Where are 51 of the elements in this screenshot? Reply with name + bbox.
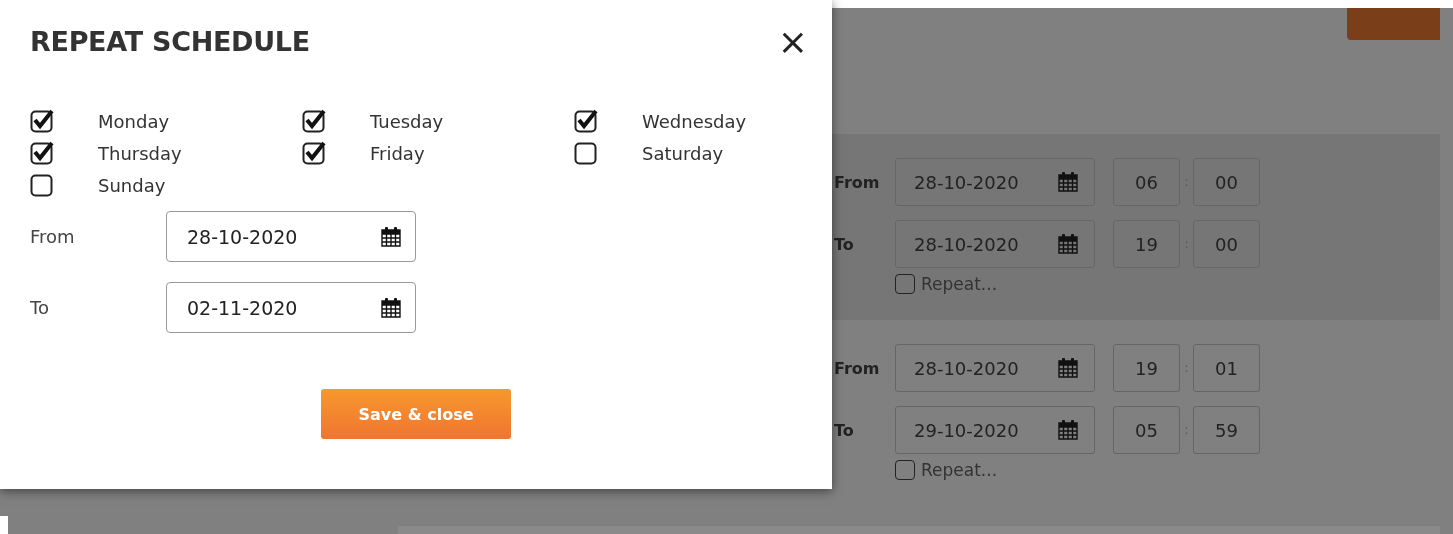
calendar-icon — [1056, 170, 1080, 194]
checkbox[interactable] — [895, 274, 915, 294]
checkbox[interactable] — [30, 173, 54, 197]
calendar-icon — [1056, 232, 1080, 256]
date-field[interactable]: 28-10-2020 — [895, 158, 1095, 206]
calendar-icon — [379, 224, 403, 249]
checkbox-label: Saturday — [642, 142, 724, 164]
save-button[interactable]: Save & close — [321, 389, 511, 439]
date-field[interactable]: 02-11-2020 — [166, 282, 416, 333]
field-label: To — [30, 297, 50, 318]
date-field[interactable]: 28-10-2020 — [895, 220, 1095, 268]
hour-field[interactable]: 06 — [1113, 158, 1180, 206]
checkbox-label: Repeat... — [921, 460, 998, 480]
date-field[interactable]: 28-10-2020 — [166, 211, 416, 262]
field-label: From — [834, 172, 881, 192]
calendar-icon — [379, 295, 403, 320]
checkbox[interactable] — [574, 141, 598, 165]
checkbox-label: Thursday — [98, 142, 182, 164]
checkbox[interactable] — [30, 141, 54, 165]
checkbox[interactable] — [302, 141, 326, 165]
close-button[interactable]: × — [777, 26, 808, 57]
time-separator: : — [1183, 423, 1190, 437]
date-field[interactable]: 28-10-2020 — [895, 344, 1095, 392]
checkbox-label: Tuesday — [370, 110, 444, 132]
checkbox-label: Sunday — [98, 174, 166, 196]
checkbox[interactable] — [574, 109, 598, 133]
checkbox-label: Monday — [98, 110, 170, 132]
checkbox-label: Repeat... — [921, 274, 998, 294]
hour-field[interactable]: 19 — [1113, 344, 1180, 392]
checkbox[interactable] — [302, 109, 326, 133]
field-label: To — [834, 420, 855, 440]
field-label: From — [834, 358, 881, 378]
dialog-title: REPEAT SCHEDULE — [30, 26, 310, 57]
minute-field[interactable]: 00 — [1193, 220, 1260, 268]
calendar-icon — [1056, 418, 1080, 442]
time-separator: : — [1183, 175, 1190, 189]
calendar-icon — [1056, 356, 1080, 380]
date-field[interactable]: 29-10-2020 — [895, 406, 1095, 454]
checkbox-label: Wednesday — [642, 110, 747, 132]
checkbox[interactable] — [895, 460, 915, 480]
field-label: To — [834, 234, 855, 254]
hour-field[interactable]: 19 — [1113, 220, 1180, 268]
minute-field[interactable]: 00 — [1193, 158, 1260, 206]
hour-field[interactable]: 05 — [1113, 406, 1180, 454]
time-separator: : — [1183, 361, 1190, 375]
field-label: From — [30, 226, 76, 247]
checkbox[interactable] — [30, 109, 54, 133]
time-separator: : — [1183, 237, 1190, 251]
minute-field[interactable]: 01 — [1193, 344, 1260, 392]
checkbox-label: Friday — [370, 142, 425, 164]
minute-field[interactable]: 59 — [1193, 406, 1260, 454]
